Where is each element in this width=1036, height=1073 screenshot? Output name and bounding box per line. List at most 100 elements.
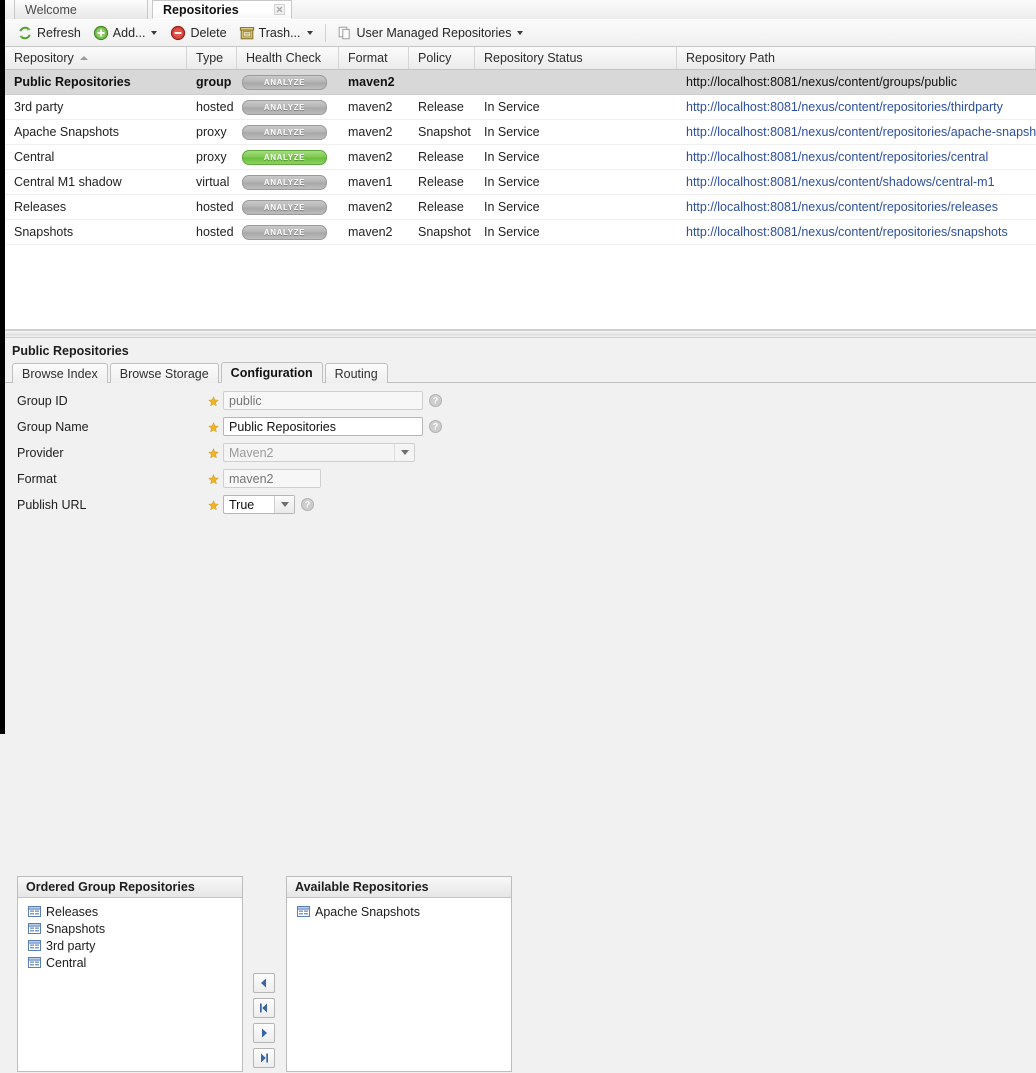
table-row[interactable]: Apache Snapshots proxy ANALYZE maven2 Snapsh… <box>5 120 1036 145</box>
close-icon[interactable] <box>274 4 285 15</box>
move-left-button[interactable] <box>253 973 275 993</box>
grid-column-header[interactable]: Repository Status <box>475 47 677 69</box>
user-managed-repositories-button[interactable]: User Managed Repositories <box>331 21 531 45</box>
help-icon[interactable]: ? <box>429 420 442 433</box>
cell-repository: Public Repositories <box>14 75 131 89</box>
health-check-analyze-button[interactable]: ANALYZE <box>242 224 327 240</box>
list-item[interactable]: Releases <box>28 903 242 920</box>
cell-type: virtual <box>196 175 230 189</box>
grid-column-header-label: Health Check <box>246 51 322 65</box>
health-check-analyze-button[interactable]: ANALYZE <box>242 174 327 190</box>
cell-health[interactable]: ANALYZE <box>237 120 339 144</box>
table-row[interactable]: Releases hosted ANALYZE maven2 Release In Ser… <box>5 195 1036 220</box>
cell-path: http://localhost:8081/nexus/content/repo… <box>686 100 1003 114</box>
move-all-right-button[interactable] <box>253 1048 275 1068</box>
toolbar-separator <box>324 23 326 42</box>
field-group-name[interactable] <box>223 417 423 436</box>
select-value: Maven2 <box>229 445 274 460</box>
ordered-group-repositories-title: Ordered Group Repositories <box>18 877 242 898</box>
list-item[interactable]: Central <box>28 954 242 971</box>
available-repositories-title: Available Repositories <box>287 877 511 898</box>
cell-status: In Service <box>484 175 540 189</box>
cell-status <box>475 70 677 94</box>
chevron-down-icon[interactable] <box>274 496 294 513</box>
repository-icon <box>28 956 41 969</box>
table-row[interactable]: Central M1 shadow virtual ANALYZE maven1 Rel… <box>5 170 1036 195</box>
add-icon <box>93 25 109 41</box>
cell-path: http://localhost:8081/nexus/content/repo… <box>686 200 998 214</box>
repository-icon <box>28 922 41 935</box>
table-row[interactable]: Snapshots hosted ANALYZE maven2 Snapshot In S… <box>5 220 1036 245</box>
detail-tab-configuration[interactable]: Configuration <box>220 362 323 383</box>
cell-policy: Snapshot <box>418 125 471 139</box>
delete-button[interactable]: Delete <box>164 21 232 45</box>
detail-tab-browse-storage[interactable]: Browse Storage <box>109 363 219 383</box>
svg-text:?: ? <box>305 500 311 510</box>
table-row[interactable]: Central proxy ANALYZE maven2 Release In Servi… <box>5 145 1036 170</box>
available-repositories-list[interactable]: Apache Snapshots <box>287 898 511 920</box>
detail-tab-routing[interactable]: Routing <box>324 363 388 383</box>
cell-health[interactable]: ANALYZE <box>237 95 339 119</box>
panel-splitter[interactable] <box>5 330 1036 338</box>
grid-column-header-label: Repository <box>14 51 74 65</box>
cell-format: maven2 <box>348 200 393 214</box>
main-toolbar: Refresh Add... Delete Trash... User Mana… <box>5 19 1036 47</box>
table-row[interactable]: 3rd party hosted ANALYZE maven2 Release In Se… <box>5 95 1036 120</box>
list-item[interactable]: Snapshots <box>28 920 242 937</box>
delete-icon <box>170 25 186 41</box>
cell-health[interactable]: ANALYZE <box>237 145 339 169</box>
grid-column-header[interactable]: Repository Path <box>677 47 1036 69</box>
help-icon[interactable]: ? <box>301 498 314 511</box>
grid-column-header-label: Format <box>348 51 388 65</box>
health-check-analyze-button[interactable]: ANALYZE <box>242 74 327 90</box>
move-all-left-button[interactable] <box>253 998 275 1018</box>
select-publish-url[interactable]: True <box>223 495 295 514</box>
cell-policy <box>409 70 475 94</box>
help-icon[interactable]: ? <box>429 394 442 407</box>
table-row[interactable]: Public Repositories group ANALYZE maven2 htt… <box>5 70 1036 95</box>
cell-health[interactable]: ANALYZE <box>237 70 339 94</box>
move-buttons-column <box>253 973 275 1073</box>
select-value: True <box>229 497 255 512</box>
move-right-button[interactable] <box>253 1023 275 1043</box>
tab-repositories[interactable]: Repositories <box>152 0 292 19</box>
health-check-analyze-button[interactable]: ANALYZE <box>242 199 327 215</box>
select-provider: Maven2 <box>223 443 415 462</box>
user-managed-repositories-label: User Managed Repositories <box>356 25 512 40</box>
grid-column-header[interactable]: Repository <box>5 47 187 69</box>
field-format <box>223 469 321 488</box>
health-check-analyze-button[interactable]: ANALYZE <box>242 99 327 115</box>
cell-format: maven2 <box>348 150 393 164</box>
tab-welcome[interactable]: Welcome <box>14 0 148 19</box>
form-row: Provider Maven2 <box>5 442 1036 468</box>
cell-path: http://localhost:8081/nexus/content/repo… <box>686 125 1036 139</box>
grid-column-header[interactable]: Policy <box>409 47 475 69</box>
delete-button-label: Delete <box>190 25 227 40</box>
refresh-button[interactable]: Refresh <box>11 21 87 45</box>
add-button-label: Add... <box>112 25 146 40</box>
chevron-down-icon[interactable] <box>394 444 414 461</box>
trash-button[interactable]: Trash... <box>233 21 320 45</box>
grid-column-header[interactable]: Format <box>339 47 409 69</box>
grid-column-header[interactable]: Type <box>187 47 237 69</box>
ordered-group-repositories-list[interactable]: Releases Snapshots 3rd party Central <box>18 898 242 971</box>
health-check-analyze-button[interactable]: ANALYZE <box>242 149 327 165</box>
svg-text:?: ? <box>433 422 439 432</box>
form-label: Format <box>17 472 57 486</box>
cell-path: http://localhost:8081/nexus/content/grou… <box>686 75 958 89</box>
add-button[interactable]: Add... <box>87 21 165 45</box>
grid-column-header-label: Type <box>196 51 224 65</box>
cell-repository: Snapshots <box>14 225 74 239</box>
list-item-label: Apache Snapshots <box>315 904 420 919</box>
cell-health[interactable]: ANALYZE <box>237 220 339 244</box>
cell-health[interactable]: ANALYZE <box>237 195 339 219</box>
list-item[interactable]: Apache Snapshots <box>297 903 511 920</box>
health-check-analyze-button[interactable]: ANALYZE <box>242 124 327 140</box>
list-item[interactable]: 3rd party <box>28 937 242 954</box>
grid-column-header[interactable]: Health Check <box>237 47 339 69</box>
chevron-down-icon <box>151 30 158 35</box>
sort-ascending-icon <box>79 56 88 60</box>
cell-health[interactable]: ANALYZE <box>237 170 339 194</box>
detail-tab-browse-index[interactable]: Browse Index <box>12 363 108 383</box>
field-group-id <box>223 391 423 410</box>
